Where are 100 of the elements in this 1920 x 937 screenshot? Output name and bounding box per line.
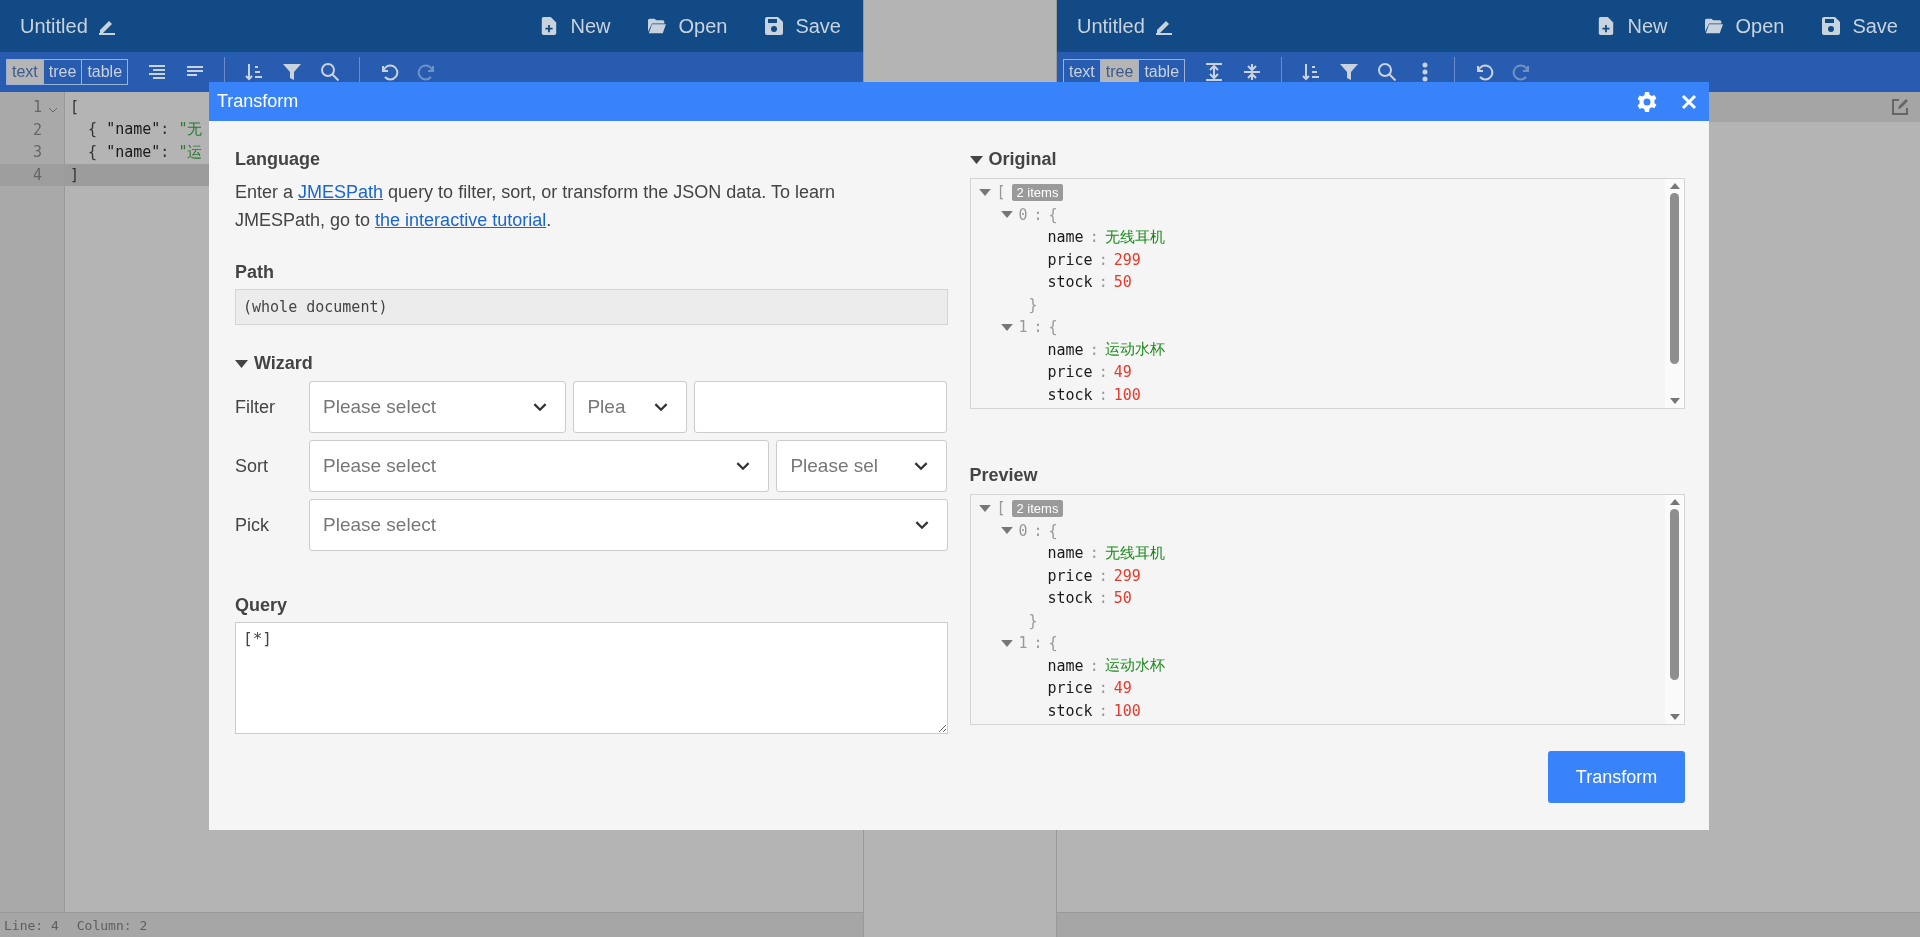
link[interactable]: the interactive tutorial: [375, 210, 547, 230]
separator: :: [1033, 318, 1043, 337]
select-dropdown[interactable]: Please select: [309, 381, 567, 433]
link[interactable]: JMESPath: [298, 182, 384, 202]
caret-icon[interactable]: [1000, 211, 1013, 219]
item-index: 0: [1018, 205, 1028, 224]
field-label: Pick: [235, 514, 270, 536]
separator: :: [1089, 228, 1099, 247]
separator: :: [1098, 250, 1108, 269]
caret-icon[interactable]: [1000, 323, 1013, 331]
chevron-down-icon: [736, 461, 751, 471]
document-title[interactable]: Untitled: [1077, 14, 1145, 38]
undo-icon[interactable]: [1474, 62, 1495, 82]
description-text: Enter a JMESPath query to filter, sort, or transform the JSON data. To learn JMESPath, go to the interactive tutorial.: [235, 181, 836, 232]
chevron-down-icon: [914, 520, 929, 530]
save-button[interactable]: Save: [765, 14, 841, 38]
scroll-up-icon[interactable]: [1669, 499, 1680, 505]
new-file-icon: [540, 17, 559, 35]
separator: :: [1089, 544, 1099, 563]
field-key: price: [1047, 679, 1093, 698]
field-key: stock: [1047, 589, 1093, 608]
separator: :: [1033, 521, 1043, 540]
folder-icon: [648, 17, 667, 35]
line-number: 3: [31, 143, 42, 162]
code-line: { "name": "运: [87, 142, 203, 162]
bracket: [: [996, 183, 1006, 202]
scrollbar[interactable]: [1665, 495, 1684, 724]
field-key: stock: [1047, 385, 1093, 404]
caret-icon[interactable]: [1000, 527, 1013, 535]
open-button[interactable]: Open: [648, 14, 728, 38]
section-heading: Query: [235, 595, 289, 616]
expand-all-icon[interactable]: [1204, 62, 1225, 82]
path-field: (whole document): [235, 289, 948, 325]
field-label: Sort: [235, 455, 269, 477]
select-dropdown[interactable]: Please sel: [776, 440, 948, 492]
sort-icon[interactable]: [244, 62, 265, 82]
bracket: [: [996, 499, 1006, 518]
select-dropdown[interactable]: Please select: [309, 499, 948, 551]
mode-tab[interactable]: tree: [1099, 60, 1139, 84]
undo-icon[interactable]: [379, 62, 400, 82]
line-number: 1: [31, 98, 42, 117]
status-text: Column: 2: [76, 917, 148, 933]
caret-icon[interactable]: [978, 504, 991, 512]
section-heading: Path: [235, 262, 275, 283]
caret-icon[interactable]: [969, 155, 983, 164]
field-key: name: [1047, 340, 1084, 359]
separator: :: [1098, 363, 1108, 382]
caret-icon[interactable]: [235, 359, 248, 368]
field-value: 100: [1113, 701, 1141, 720]
separator: :: [1033, 634, 1043, 653]
scrollbar[interactable]: [1665, 179, 1684, 408]
scroll-down-icon[interactable]: [1669, 714, 1680, 720]
scroll-up-icon[interactable]: [1669, 183, 1680, 189]
item-index: 0: [1018, 521, 1028, 540]
separator: :: [1089, 340, 1099, 359]
bracket: {: [1048, 318, 1058, 337]
save-button[interactable]: Save: [1822, 14, 1898, 38]
field-value: 运动水杯: [1104, 340, 1165, 360]
select-dropdown[interactable]: Please select: [309, 440, 770, 492]
scroll-down-icon[interactable]: [1669, 398, 1680, 404]
document-title[interactable]: Untitled: [20, 14, 88, 38]
align-lines-icon[interactable]: [147, 62, 168, 82]
caret-icon[interactable]: [978, 188, 991, 196]
field-value: 100: [1113, 385, 1141, 404]
field-key: price: [1047, 250, 1093, 269]
code-line: ]: [70, 165, 80, 184]
field-value: 无线耳机: [1104, 227, 1165, 247]
mode-tab[interactable]: table: [81, 60, 128, 84]
dialog-title: Transform: [217, 91, 299, 112]
transform-button[interactable]: Transform: [1548, 751, 1685, 803]
mode-tab[interactable]: tree: [42, 60, 82, 84]
item-count-badge: 2 items: [1011, 499, 1064, 517]
sort-icon[interactable]: [1301, 62, 1322, 82]
query-field[interactable]: [*]: [235, 622, 948, 734]
status-text: Line: 4: [4, 917, 59, 933]
search-icon[interactable]: [320, 62, 341, 82]
item-count-badge: 2 items: [1011, 183, 1064, 201]
separator: :: [1098, 273, 1108, 292]
settings-icon[interactable]: [1637, 91, 1657, 112]
separator: :: [1098, 701, 1108, 720]
field-value: 299: [1113, 250, 1141, 269]
field-key: name: [1047, 228, 1084, 247]
caret-icon[interactable]: [1000, 639, 1013, 647]
new-button[interactable]: New: [1597, 14, 1668, 38]
section-heading: Language: [235, 149, 321, 170]
bracket: {: [1048, 205, 1058, 224]
collapse-all-icon[interactable]: [1242, 62, 1263, 82]
edit-icon[interactable]: [1890, 97, 1910, 117]
fold-icon[interactable]: [49, 107, 57, 113]
mode-tab[interactable]: text: [7, 60, 43, 84]
select-dropdown[interactable]: Plea: [573, 381, 687, 433]
search-icon[interactable]: [1377, 62, 1398, 82]
new-button[interactable]: New: [540, 14, 611, 38]
mode-tab[interactable]: text: [1064, 60, 1100, 84]
code-line: [: [70, 98, 80, 117]
field-key: stock: [1047, 701, 1093, 720]
separator: :: [1098, 679, 1108, 698]
open-button[interactable]: Open: [1705, 14, 1785, 38]
input-field[interactable]: [693, 381, 948, 433]
bracket: {: [1048, 521, 1058, 540]
